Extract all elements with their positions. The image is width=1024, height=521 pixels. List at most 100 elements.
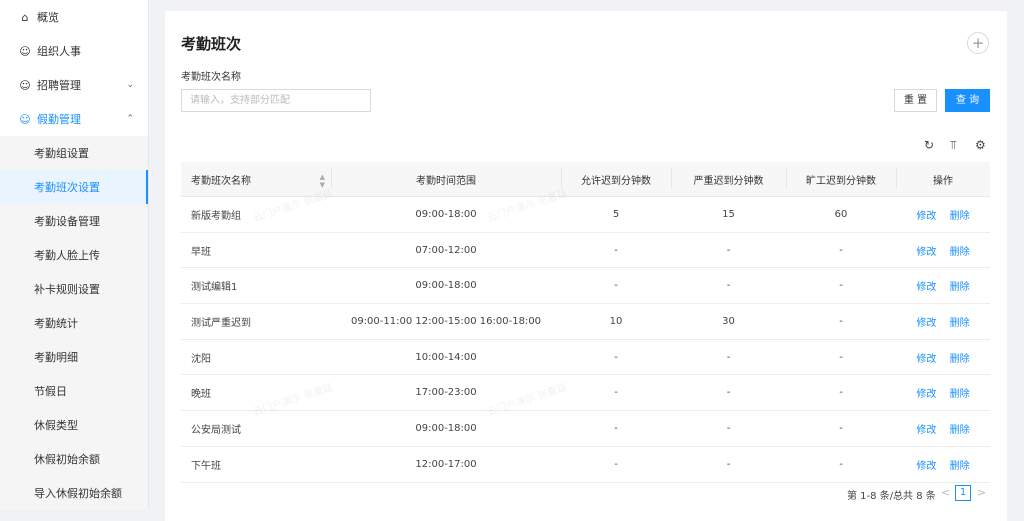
- cell-time-range: 17:00-23:00: [415, 387, 477, 399]
- sidebar-item-label: 考勤设备管理: [34, 215, 100, 228]
- shift-name-input[interactable]: [181, 89, 371, 112]
- cell-shift-name: 早班: [191, 246, 211, 258]
- cell-time-range: 09:00-18:00: [415, 422, 477, 434]
- sidebar-item-attendance-detail[interactable]: 考勤明细: [0, 340, 148, 374]
- delete-link[interactable]: 删除: [950, 389, 970, 400]
- nav-recruitment[interactable]: ☺ 招聘管理 ⌄: [0, 68, 148, 102]
- edit-link[interactable]: 修改: [916, 318, 936, 329]
- cell-time-range: 12:00-17:00: [415, 458, 477, 470]
- cell-allow-late: -: [614, 351, 618, 363]
- cell-allow-late: -: [614, 458, 618, 470]
- edit-link[interactable]: 修改: [916, 354, 936, 365]
- edit-link[interactable]: 修改: [916, 282, 936, 293]
- edit-link[interactable]: 修改: [916, 389, 936, 400]
- cell-actions: 修改 删除: [896, 350, 990, 365]
- sidebar: ⌂ 概览 ☺ 组织人事 ☺ 招聘管理 ⌄ ☺ 假勤管理 ⌃ 考勤组设置 考勤班次…: [0, 0, 149, 510]
- cell-severe-late: -: [726, 280, 731, 292]
- edit-link[interactable]: 修改: [916, 247, 936, 258]
- sidebar-item-attendance-stats[interactable]: 考勤统计: [0, 306, 148, 340]
- cell-shift-name: 测试编辑1: [191, 282, 238, 294]
- header-absent-late: 旷工迟到分钟数: [786, 167, 896, 188]
- delete-link[interactable]: 删除: [950, 211, 970, 222]
- user-icon: ☺: [19, 112, 31, 126]
- delete-link[interactable]: 删除: [950, 354, 970, 365]
- sidebar-item-label: 考勤明细: [34, 351, 78, 364]
- sidebar-item-shift-settings[interactable]: 考勤班次设置: [0, 170, 148, 204]
- sidebar-item-device-management[interactable]: 考勤设备管理: [0, 204, 148, 238]
- add-shift-button[interactable]: +: [967, 32, 989, 54]
- sidebar-item-attendance-group[interactable]: 考勤组设置: [0, 136, 148, 170]
- cell-allow-late: -: [614, 387, 618, 399]
- edit-link[interactable]: 修改: [916, 425, 936, 436]
- cell-allow-late: 5: [612, 208, 620, 220]
- delete-link[interactable]: 删除: [950, 247, 970, 258]
- pagination-summary: 第 1-8 条/总共 8 条: [847, 491, 936, 502]
- page-number-button[interactable]: 1: [955, 485, 971, 501]
- page-title: 考勤班次: [181, 35, 242, 53]
- cell-allow-late: 10: [609, 315, 623, 327]
- table-row: 新版考勤组 09:00-18:00 5 15 60 修改 删除: [181, 197, 990, 233]
- cell-time-range: 09:00-11:00 12:00-15:00 16:00-18:00: [350, 315, 542, 327]
- chevron-down-icon: ⌄: [126, 80, 134, 90]
- edit-link[interactable]: 修改: [916, 211, 936, 222]
- header-shift-name[interactable]: 考勤班次名称 ▲ ▼: [181, 172, 331, 189]
- table-row: 早班 07:00-12:00 - - - 修改 删除: [181, 233, 990, 269]
- sidebar-item-leave-balance[interactable]: 休假初始余额: [0, 442, 148, 476]
- cell-time-range: 09:00-18:00: [415, 208, 477, 220]
- cell-actions: 修改 删除: [896, 314, 990, 329]
- table-row: 沈阳 10:00-14:00 - - - 修改 删除: [181, 340, 990, 376]
- delete-link[interactable]: 删除: [950, 425, 970, 436]
- nav-recruitment-label: 招聘管理: [37, 79, 81, 92]
- cell-absent-late: -: [839, 458, 843, 470]
- table-row: 晚班 17:00-23:00 - - - 修改 删除: [181, 375, 990, 412]
- user-icon: ☺: [19, 78, 31, 92]
- cell-actions: 修改 删除: [896, 278, 990, 293]
- cell-shift-name: 公安局测试: [191, 424, 241, 436]
- table-row: 下午班 12:00-17:00 - - - 修改 删除: [181, 447, 990, 483]
- sidebar-item-label: 节假日: [34, 385, 67, 398]
- next-page-button[interactable]: >: [977, 486, 986, 499]
- cell-severe-late: -: [726, 351, 731, 363]
- nav-leave-attendance-label: 假勤管理: [37, 113, 81, 126]
- cell-time-range: 09:00-18:00: [415, 280, 477, 292]
- sidebar-item-label: 考勤组设置: [34, 147, 89, 160]
- gear-icon[interactable]: ⚙: [975, 138, 986, 152]
- nav-leave-attendance[interactable]: ☺ 假勤管理 ⌃: [0, 102, 148, 136]
- refresh-icon[interactable]: ↻: [924, 138, 934, 152]
- sidebar-item-label: 休假类型: [34, 419, 78, 432]
- cell-shift-name: 下午班: [191, 460, 221, 472]
- nav-org-personnel[interactable]: ☺ 组织人事: [0, 34, 148, 68]
- delete-link[interactable]: 删除: [950, 461, 970, 472]
- edit-link[interactable]: 修改: [916, 461, 936, 472]
- cell-shift-name: 测试严重迟到: [191, 317, 251, 329]
- cell-allow-late: -: [614, 422, 618, 434]
- reset-button[interactable]: 重 置: [894, 89, 937, 112]
- sidebar-item-label: 考勤人脸上传: [34, 249, 100, 262]
- cell-absent-late: 60: [834, 208, 848, 220]
- cell-absent-late: -: [839, 422, 843, 434]
- chevron-up-icon: ⌃: [126, 114, 134, 124]
- query-button[interactable]: 查 询: [945, 89, 990, 112]
- cell-severe-late: -: [726, 387, 731, 399]
- sort-icon[interactable]: ▲ ▼: [320, 173, 325, 189]
- cell-time-range: 07:00-12:00: [415, 244, 477, 256]
- column-height-icon[interactable]: ⫪: [950, 138, 957, 153]
- sidebar-item-makeup-rules[interactable]: 补卡规则设置: [0, 272, 148, 306]
- cell-absent-late: -: [839, 387, 843, 399]
- sidebar-item-label: 考勤班次设置: [34, 181, 100, 194]
- table-row: 测试严重迟到 09:00-11:00 12:00-15:00 16:00-18:…: [181, 304, 990, 340]
- delete-link[interactable]: 删除: [950, 282, 970, 293]
- sidebar-item-leave-types[interactable]: 休假类型: [0, 408, 148, 442]
- cell-severe-late: -: [726, 244, 731, 256]
- nav-org-personnel-label: 组织人事: [37, 45, 81, 58]
- sidebar-item-label: 补卡规则设置: [34, 283, 100, 296]
- delete-link[interactable]: 删除: [950, 318, 970, 329]
- header-time-range: 考勤时间范围: [331, 167, 561, 188]
- nav-overview[interactable]: ⌂ 概览: [0, 0, 148, 34]
- sidebar-item-holidays[interactable]: 节假日: [0, 374, 148, 408]
- cell-allow-late: -: [614, 244, 618, 256]
- home-icon: ⌂: [21, 10, 29, 24]
- sidebar-item-face-upload[interactable]: 考勤人脸上传: [0, 238, 148, 272]
- sidebar-item-import-leave-balance[interactable]: 导入休假初始余额: [0, 476, 148, 510]
- prev-page-button[interactable]: <: [941, 486, 950, 499]
